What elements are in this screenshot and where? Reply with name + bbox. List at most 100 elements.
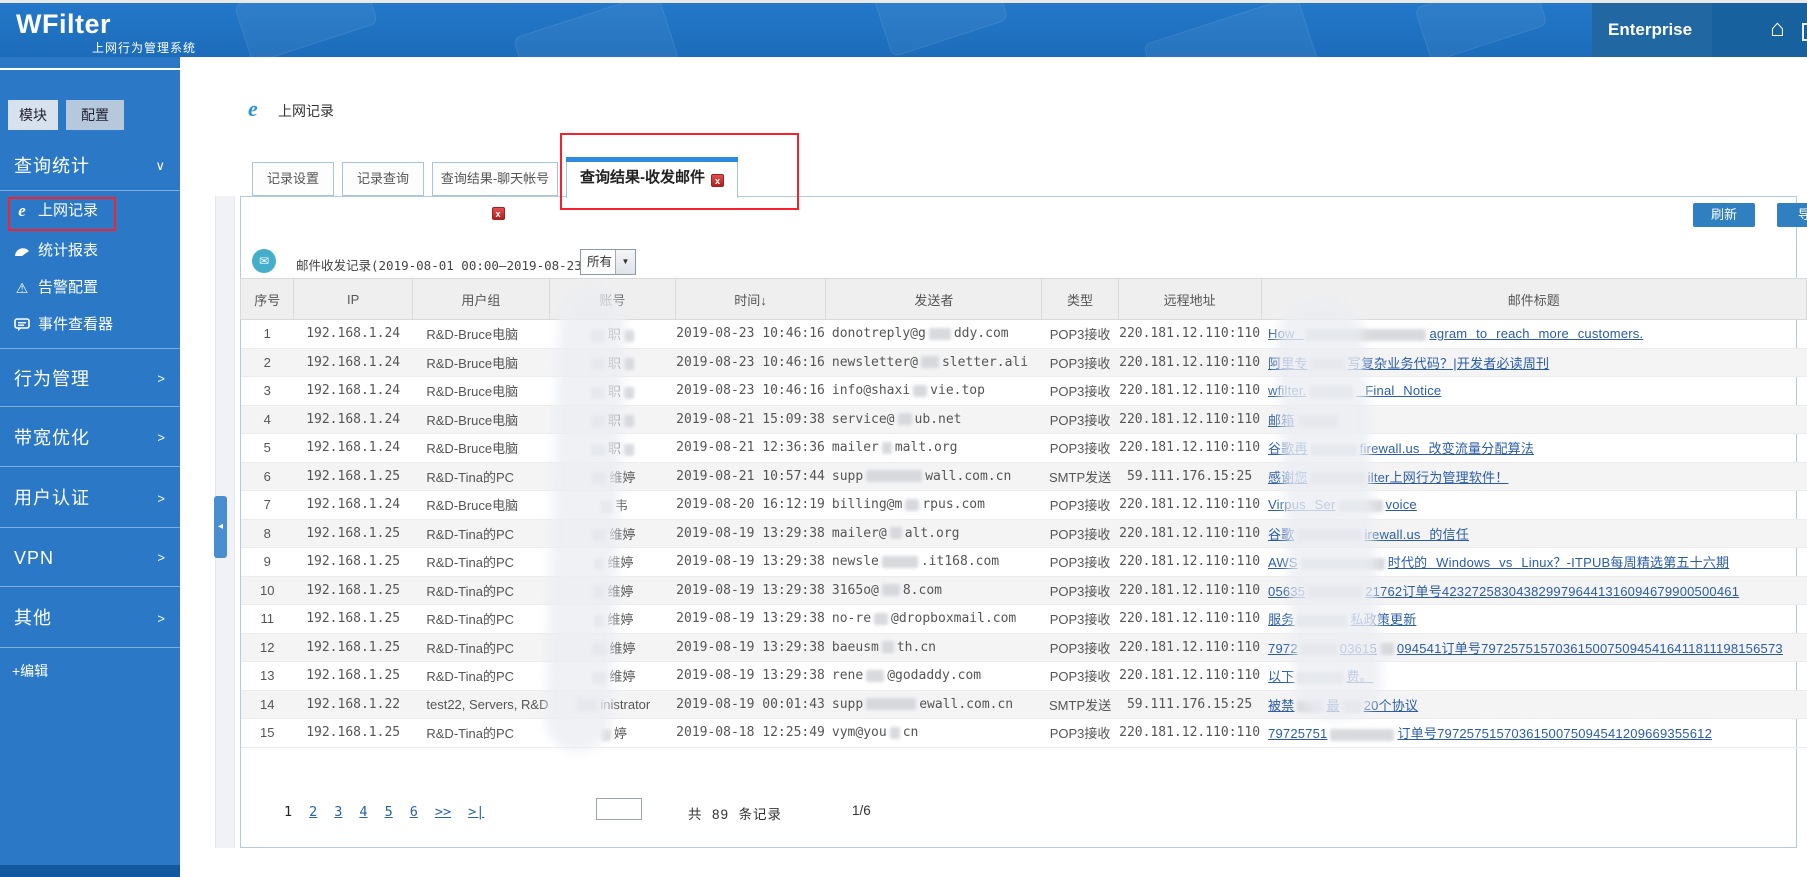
redaction-blur [592,672,606,684]
type-cell: POP3接收 [1042,633,1118,662]
email-title-link[interactable]: Virpus Servoice [1262,497,1805,512]
sidebar-item-alert-config[interactable]: ⚠ 告警配置 [0,273,180,303]
ip-cell: 192.168.1.25 [294,662,412,691]
ie-browser-icon: e [248,96,258,122]
title-cell: 被禁最20个协议 [1261,690,1806,719]
email-title-link[interactable]: How agram to reach more customers. [1262,326,1805,341]
redaction-blur [601,729,611,741]
chevron-right-icon: > [157,410,166,466]
close-icon[interactable]: x [492,207,505,220]
home-icon[interactable]: ⌂ [1770,16,1785,42]
chevron-right-icon: > [157,352,166,406]
redaction-blur [1311,358,1345,370]
sidebar-group-user-auth[interactable]: 用户认证 > [0,470,180,527]
redaction-blur [1301,643,1337,655]
sidebar-item-web-records[interactable]: e 上网记录 [0,196,180,226]
tab-result-chat-accounts[interactable]: 查询结果-聊天帐号x [432,162,558,196]
refresh-button[interactable]: 刷新 [1693,203,1755,227]
email-title-link[interactable]: 以下费。 [1262,666,1805,685]
email-title-link[interactable]: 谷歌再firewall.us 改变流量分配算法 [1262,438,1805,457]
redaction-blur [1297,672,1343,684]
page-jump-input[interactable] [596,798,642,820]
time-cell: 2019-08-19 13:29:38 [675,662,826,691]
page-link[interactable]: 5 [385,804,393,820]
page-link[interactable]: 2 [309,804,317,820]
sidebar-tab-config[interactable]: 配置 [66,100,124,130]
last-page-link[interactable]: >| [468,804,484,820]
chevron-right-icon: > [157,590,166,647]
user-group-cell: R&D-Tina的PC [412,633,549,662]
redaction-blur [624,387,634,399]
next-pages-link[interactable]: >> [435,804,451,820]
email-title-link[interactable]: 谷歌irewall.us 的信任 [1262,524,1805,543]
sidebar-collapse-handle[interactable]: ◂ [214,496,227,558]
export-button[interactable]: 导出 [1777,203,1807,227]
redaction-blur [1311,472,1365,484]
sidebar-group-query-stats[interactable]: 查询统计 ∨ [0,148,180,184]
sender-cell: suppewall.com.cn [826,690,1042,719]
title-cell: 0563521762订单号423272583043829979644131609… [1261,576,1806,605]
redaction-blur [866,670,884,682]
column-header[interactable]: 时间↓ [675,279,826,320]
redaction-blur [1380,643,1394,655]
sidebar-edit-button[interactable]: +编辑 [12,658,48,684]
page-link[interactable]: 6 [410,804,418,820]
redaction-blur [1343,700,1361,712]
page-link[interactable]: 3 [334,804,342,820]
tab-result-emails[interactable]: 查询结果-收发邮件x [566,157,738,198]
close-icon[interactable]: x [711,174,724,187]
table-row: 12192.168.1.25R&D-Tina的PC维婷2019-08-19 13… [241,633,1807,662]
tab-record-settings[interactable]: 记录设置 [252,162,334,196]
email-title-link[interactable]: 797203615094541订单号7972575157036150075094… [1262,638,1805,657]
sidebar-group-label: 查询统计 [14,148,90,184]
redaction-blur [882,584,900,596]
sidebar-item-stat-reports[interactable]: 统计报表 [0,236,180,266]
title-cell: 谷歌再firewall.us 改变流量分配算法 [1261,434,1806,463]
time-cell: 2019-08-19 13:29:38 [675,548,826,577]
table-row: 2192.168.1.24R&D-Bruce电脑职2019-08-23 10:4… [241,348,1807,377]
page-link[interactable]: 4 [359,804,367,820]
sidebar-item-event-viewer[interactable]: 事件查看器 [0,310,180,340]
dropdown-arrow-button[interactable]: ▼ [615,250,635,274]
email-title-link[interactable]: wfilter. Final Notice [1262,383,1805,398]
email-title-link[interactable]: AWS时代的 Windows vs Linux？-ITPUB每周精选第五十六期 [1262,552,1805,571]
redaction-blur [1339,500,1383,512]
sidebar-divider [0,190,180,191]
clipped-menu-icon[interactable] [1802,23,1807,41]
type-filter-dropdown[interactable]: 所有 ▼ [580,249,636,275]
account-cell: 维婷 [549,462,675,491]
email-title-link[interactable]: 79725751订单号79725751570361500750945412096… [1262,723,1805,742]
sidebar: 模块 配置 查询统计 ∨ e 上网记录 统计报表 ⚠ 告警配置 事件查看器 [0,57,180,865]
account-cell: 职 [549,320,675,349]
table-row: 15192.168.1.25R&D-Tina的PC婷2019-08-18 12:… [241,719,1807,748]
account-cell: 韦 [549,491,675,520]
sidebar-group-others[interactable]: 其他 > [0,590,180,647]
row-number-cell: 11 [241,605,294,634]
redaction-blur [913,385,927,397]
sidebar-group-behavior[interactable]: 行为管理 > [0,352,180,406]
user-group-cell: R&D-Tina的PC [412,576,549,605]
row-number-cell: 3 [241,377,294,406]
time-cell: 2019-08-19 00:01:43 [675,690,826,719]
row-number-cell: 12 [241,633,294,662]
table-row: 10192.168.1.25R&D-Tina的PC维婷2019-08-19 13… [241,576,1807,605]
email-title-link[interactable]: 服务私政策更新 [1262,609,1805,628]
sidebar-group-label: 其他 [14,590,52,647]
sidebar-divider [0,68,180,70]
tab-record-query[interactable]: 记录查询 [342,162,424,196]
email-title-link[interactable]: 阿里专写复杂业务代码？|开发者必读周刊 [1262,353,1805,372]
sidebar-group-vpn[interactable]: VPN > [0,530,180,586]
email-title-link[interactable]: 0563521762订单号423272583043829979644131609… [1262,581,1805,600]
sidebar-group-bandwidth[interactable]: 带宽优化 > [0,410,180,466]
user-group-cell: R&D-Bruce电脑 [412,320,549,349]
ip-cell: 192.168.1.25 [294,519,412,548]
remote-address-cell: 220.181.12.110:110 [1118,548,1261,577]
email-title-link[interactable]: 邮箱 [1262,410,1805,429]
email-title-link[interactable]: 被禁最20个协议 [1262,695,1805,714]
email-title-link[interactable]: 感谢您ilter上网行为管理软件！ [1262,467,1805,486]
ip-cell: 192.168.1.24 [294,491,412,520]
redaction-blur [1311,444,1357,456]
sidebar-tab-modules[interactable]: 模块 [8,100,58,130]
type-cell: POP3接收 [1042,320,1118,349]
user-group-cell: R&D-Tina的PC [412,719,549,748]
